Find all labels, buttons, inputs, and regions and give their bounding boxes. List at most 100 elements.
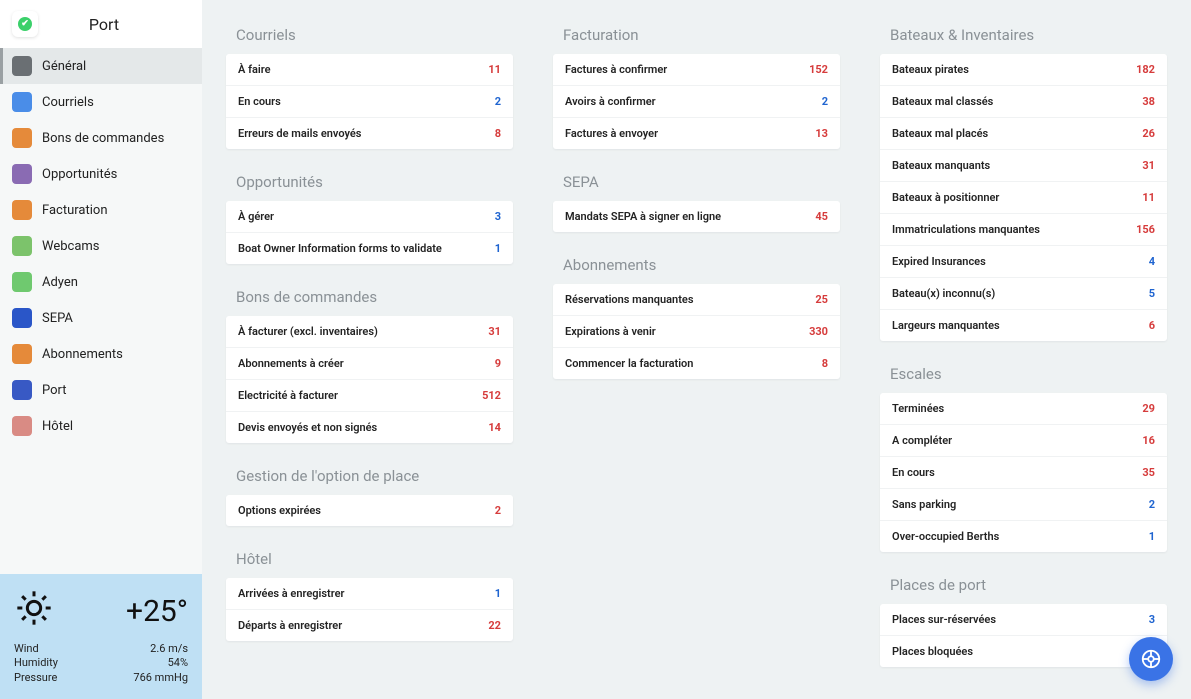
list-item[interactable]: Arrivées à enregistrer 1 xyxy=(226,578,513,610)
nav: GénéralCourriels Bons de commandes Opportu… xyxy=(0,48,202,574)
row-label: Electricité à facturer xyxy=(238,389,338,402)
section-title: Abonnements xyxy=(553,250,840,284)
row-label: Bateaux mal classés xyxy=(892,95,993,108)
list-item[interactable]: Expirations à venir330 xyxy=(553,316,840,348)
list-item[interactable]: A compléter16 xyxy=(880,425,1167,457)
row-count: 45 xyxy=(804,210,828,223)
row-count: 13 xyxy=(804,127,828,140)
list-item[interactable]: Factures à confirmer152 xyxy=(553,54,840,86)
list-item[interactable]: Bateaux à positionner 11 xyxy=(880,182,1167,214)
sidebar-item-g-n-ral[interactable]: Général xyxy=(0,48,202,84)
row-count: 3 xyxy=(477,210,501,223)
list-item[interactable]: Départs à enregistrer22 xyxy=(226,610,513,641)
list-item[interactable]: Erreurs de mails envoyés8 xyxy=(226,118,513,149)
row-label: Bateau(x) inconnu(s) xyxy=(892,287,995,300)
row-label: Bateaux à positionner xyxy=(892,191,999,204)
row-count: 5 xyxy=(1131,287,1155,300)
list-item[interactable]: Bateaux pirates182 xyxy=(880,54,1167,86)
logo-badge: ✔ xyxy=(12,11,38,37)
nav-label: Facturation xyxy=(42,203,108,218)
section-title: Courriels xyxy=(226,20,513,54)
sidebar-item-facturation[interactable]: Facturation xyxy=(0,192,202,228)
dashboard-column: CourrielsÀ faire11En cours2Erreurs de ma… xyxy=(226,20,513,659)
nav-label: Adyen xyxy=(42,275,78,290)
list-item[interactable]: En cours2 xyxy=(226,86,513,118)
row-label: Bateaux manquants xyxy=(892,159,990,172)
list-item[interactable]: Sans parking2 xyxy=(880,489,1167,521)
nav-label: SEPA xyxy=(42,311,73,326)
sidebar-item-webcams[interactable]: Webcams xyxy=(0,228,202,264)
weather-label: Pressure xyxy=(14,671,57,685)
row-label: Sans parking xyxy=(892,498,956,511)
row-count: 22 xyxy=(477,619,501,632)
sidebar-item-bons-de-commandes[interactable]: Bons de commandes xyxy=(0,120,202,156)
sidebar-item-courriels[interactable]: Courriels xyxy=(0,84,202,120)
row-label: Factures à confirmer xyxy=(565,63,667,76)
card: À faire11En cours2Erreurs de mails envoy… xyxy=(226,54,513,149)
list-item[interactable]: Terminées29 xyxy=(880,393,1167,425)
section: Gestion de l'option de placeOptions expi… xyxy=(226,461,513,526)
list-item[interactable]: Electricité à facturer512 xyxy=(226,380,513,412)
sidebar-header: ✔ Port xyxy=(0,0,202,48)
row-count: 1 xyxy=(477,587,501,600)
list-item[interactable]: Options expirées 2 xyxy=(226,495,513,526)
nav-icon xyxy=(12,128,32,148)
row-count: 11 xyxy=(1131,191,1155,204)
row-label: En cours xyxy=(238,95,281,108)
list-item[interactable]: Bateau(x) inconnu(s) 5 xyxy=(880,278,1167,310)
list-item[interactable]: Devis envoyés et non signés14 xyxy=(226,412,513,443)
list-item[interactable]: Bateaux mal classés38 xyxy=(880,86,1167,118)
list-item[interactable]: À facturer (excl. inventaires)31 xyxy=(226,316,513,348)
list-item[interactable]: Places bloquées9 xyxy=(880,636,1167,667)
list-item[interactable]: Bateaux mal placés26 xyxy=(880,118,1167,150)
sidebar-item-opportunit-s[interactable]: Opportunités xyxy=(0,156,202,192)
section-title: Places de port xyxy=(880,570,1167,604)
card: Réservations manquantes25Expirations à v… xyxy=(553,284,840,379)
sidebar-item-port[interactable]: Port xyxy=(0,372,202,408)
row-label: Options expirées xyxy=(238,504,321,517)
section-title: Escales xyxy=(880,359,1167,393)
sidebar-item-adyen[interactable]: Adyen xyxy=(0,264,202,300)
weather-value: 766 mmHg xyxy=(133,671,188,685)
list-item[interactable]: À gérer 3 xyxy=(226,201,513,233)
list-item[interactable]: Bateaux manquants31 xyxy=(880,150,1167,182)
row-count: 4 xyxy=(1131,255,1155,268)
section-title: Hôtel xyxy=(226,544,513,578)
card: Mandats SEPA à signer en ligne45 xyxy=(553,201,840,232)
list-item[interactable]: En cours35 xyxy=(880,457,1167,489)
weather-row: Pressure 766 mmHg xyxy=(14,671,188,685)
list-item[interactable]: Boat Owner Information forms to validate… xyxy=(226,233,513,264)
row-label: Arrivées à enregistrer xyxy=(238,587,344,600)
list-item[interactable]: Expired Insurances4 xyxy=(880,246,1167,278)
list-item[interactable]: Immatriculations manquantes 156 xyxy=(880,214,1167,246)
row-label: En cours xyxy=(892,466,935,479)
row-count: 6 xyxy=(1131,319,1155,332)
list-item[interactable]: Commencer la facturation8 xyxy=(553,348,840,379)
list-item[interactable]: Avoirs à confirmer2 xyxy=(553,86,840,118)
nav-icon xyxy=(12,236,32,256)
list-item[interactable]: Réservations manquantes25 xyxy=(553,284,840,316)
section-title: Bateaux & Inventaires xyxy=(880,20,1167,54)
card: Options expirées 2 xyxy=(226,495,513,526)
list-item[interactable]: Over-occupied Berths1 xyxy=(880,521,1167,552)
sidebar-item-h-tel[interactable]: Hôtel xyxy=(0,408,202,444)
sidebar-item-abonnements[interactable]: Abonnements xyxy=(0,336,202,372)
list-item[interactable]: Largeurs manquantes6 xyxy=(880,310,1167,341)
sidebar-item-sepa[interactable]: SEPA xyxy=(0,300,202,336)
row-label: À facturer (excl. inventaires) xyxy=(238,325,378,338)
row-count: 2 xyxy=(477,504,501,517)
list-item[interactable]: Factures à envoyer13 xyxy=(553,118,840,149)
row-count: 156 xyxy=(1131,223,1155,236)
list-item[interactable]: Abonnements à créer9 xyxy=(226,348,513,380)
row-count: 8 xyxy=(804,357,828,370)
row-label: Immatriculations manquantes xyxy=(892,223,1040,236)
list-item[interactable]: À faire11 xyxy=(226,54,513,86)
list-item[interactable]: Places sur-réservées3 xyxy=(880,604,1167,636)
weather-row: Humidity54% xyxy=(14,656,188,670)
nav-label: Bons de commandes xyxy=(42,131,164,146)
help-fab[interactable] xyxy=(1129,637,1173,681)
section: Bateaux & InventairesBateaux pirates182B… xyxy=(880,20,1167,341)
row-label: À gérer xyxy=(238,210,274,223)
list-item[interactable]: Mandats SEPA à signer en ligne45 xyxy=(553,201,840,232)
main-content: CourrielsÀ faire11En cours2Erreurs de ma… xyxy=(202,0,1191,699)
